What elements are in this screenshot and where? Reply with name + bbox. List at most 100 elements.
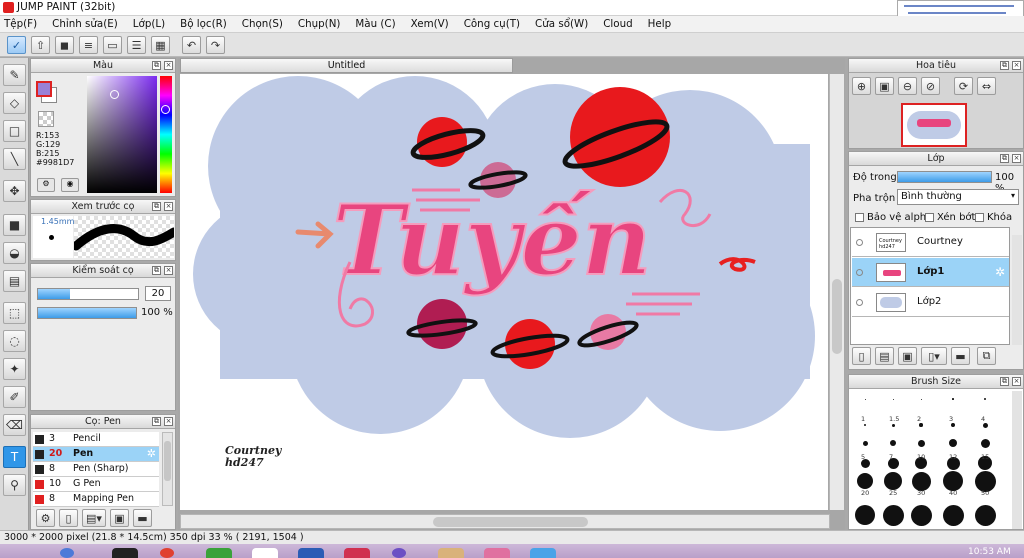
gear-icon[interactable]: ✲ <box>147 447 156 461</box>
brush-size-dot[interactable] <box>882 504 904 526</box>
app-word-icon[interactable] <box>298 548 324 558</box>
lock-checkbox[interactable]: Khóa <box>975 212 1012 223</box>
brush-size-dot[interactable] <box>863 423 867 427</box>
layer-row-lop2[interactable]: Lớp2 <box>852 288 1009 317</box>
clipping-checkbox[interactable]: Xén bớt <box>925 212 975 223</box>
gradient-tool-icon[interactable]: ▤ <box>3 270 26 292</box>
float-panel-icon[interactable]: ⧉ <box>152 417 161 426</box>
brush-item[interactable]: 3 Pencil <box>33 432 159 447</box>
marquee-tool-icon[interactable]: ⬚ <box>3 302 26 324</box>
app-red-icon[interactable] <box>344 548 370 558</box>
fit-view-icon[interactable]: ▣ <box>875 77 894 95</box>
zoom-in-icon[interactable]: ⊕ <box>852 77 871 95</box>
gear-icon[interactable]: ✲ <box>995 265 1005 279</box>
document-tab[interactable]: Untitled <box>180 58 513 73</box>
page-icon[interactable]: ▭ <box>103 36 122 54</box>
brush-size-value[interactable]: 20 <box>145 286 171 301</box>
brush-size-dot[interactable] <box>864 398 866 400</box>
close-panel-icon[interactable]: × <box>164 266 173 275</box>
brush-size-dot[interactable] <box>942 504 964 526</box>
brush-size-dot[interactable] <box>952 398 954 400</box>
line-tool-icon[interactable]: ╲ <box>3 148 26 170</box>
export-icon[interactable]: ⇧ <box>31 36 50 54</box>
notes-icon[interactable]: ≡ <box>79 36 98 54</box>
selection-eraser-icon[interactable]: ⌫ <box>3 414 26 436</box>
brush-item[interactable]: 8 Pen (Sharp) <box>33 462 159 477</box>
transparent-color-swatch[interactable] <box>38 111 54 127</box>
text-tool-icon[interactable]: T <box>3 446 26 468</box>
brush-size-slider[interactable] <box>37 288 139 300</box>
close-panel-icon[interactable]: × <box>1012 154 1021 163</box>
layer-row-lop1[interactable]: Lớp1 ✲ <box>852 258 1009 287</box>
app-paint-icon[interactable] <box>438 548 464 558</box>
rect-tool-icon[interactable]: □ <box>3 120 26 142</box>
float-panel-icon[interactable]: ⧉ <box>152 266 161 275</box>
float-panel-icon[interactable]: ⧉ <box>1000 377 1009 386</box>
brush-item[interactable]: 8 Mapping Pen <box>33 492 159 507</box>
blend-mode-select[interactable]: Bình thường ▾ <box>897 189 1019 205</box>
horizontal-scrollbar[interactable] <box>180 514 830 529</box>
protect-alpha-checkbox[interactable]: Bảo vệ alpha <box>855 212 932 223</box>
vertical-scroll-thumb[interactable] <box>832 279 842 354</box>
brush-size-dot[interactable] <box>891 423 895 427</box>
color-tool-button[interactable]: ⚙ <box>37 178 55 192</box>
layer-props-icon[interactable]: ▤ <box>875 347 894 365</box>
menu-view[interactable]: Xem(V) <box>411 18 449 30</box>
float-panel-icon[interactable]: ⧉ <box>1000 154 1009 163</box>
flip-icon[interactable]: ⇔ <box>977 77 996 95</box>
brush-size-dot[interactable] <box>980 438 990 448</box>
float-panel-icon[interactable]: ⧉ <box>1000 61 1009 70</box>
menu-filter[interactable]: Bộ lọc(R) <box>180 18 227 30</box>
layer-row-courtney[interactable]: Courtney hd247 Courtney <box>852 228 1009 257</box>
app-purple-icon[interactable] <box>392 548 406 558</box>
new-brush-icon[interactable]: ▯ <box>59 509 78 527</box>
brush-size-dot[interactable] <box>910 504 932 526</box>
menu-file[interactable]: Tệp(F) <box>4 18 37 30</box>
layer-duplicate-icon[interactable]: ▣ <box>898 347 917 365</box>
float-panel-icon[interactable]: ⧉ <box>152 202 161 211</box>
visibility-icon[interactable] <box>856 239 863 246</box>
brush-size-dot[interactable] <box>892 398 894 400</box>
eraser-tool-icon[interactable]: ◇ <box>3 92 26 114</box>
bucket-tool-icon[interactable]: ◒ <box>3 242 26 264</box>
brush-size-dot[interactable] <box>920 398 922 400</box>
brush-size-dot[interactable] <box>982 422 988 428</box>
selection-pen-icon[interactable]: ✐ <box>3 386 26 408</box>
brush-size-dot[interactable] <box>984 398 986 400</box>
brush-list-scrollbar[interactable] <box>162 432 173 506</box>
brush-settings-icon[interactable]: ⚙ <box>36 509 55 527</box>
move-tool-icon[interactable]: ✥ <box>3 180 26 202</box>
foreground-color-swatch[interactable] <box>36 81 52 97</box>
layer-opacity-slider[interactable] <box>897 171 992 183</box>
visibility-icon[interactable] <box>856 299 863 306</box>
document-canvas[interactable]: Tuyến Courtney hd247 <box>180 74 828 510</box>
brush-item[interactable]: 10 G Pen <box>33 477 159 492</box>
list-icon[interactable]: ☰ <box>127 36 146 54</box>
brush-tool-icon[interactable]: ✎ <box>3 64 26 86</box>
lasso-tool-icon[interactable]: ◌ <box>3 330 26 352</box>
brush-size-dot[interactable] <box>890 440 896 446</box>
new-layer-icon[interactable]: ▯ <box>852 347 871 365</box>
fill-rect-tool-icon[interactable]: ■ <box>3 214 26 236</box>
horizontal-scroll-thumb[interactable] <box>433 517 588 527</box>
layer-folder-icon[interactable]: ▬ <box>951 347 970 365</box>
zoom-out-icon[interactable]: ⊖ <box>898 77 917 95</box>
brush-size-dot[interactable] <box>951 423 955 427</box>
brush-opacity-slider[interactable] <box>37 307 137 319</box>
layer-list-scrollbar[interactable] <box>1012 235 1022 345</box>
brush-size-dot[interactable] <box>943 471 963 491</box>
menu-tools[interactable]: Công cụ(T) <box>464 18 520 30</box>
app-green-icon[interactable] <box>206 548 232 558</box>
app-terminal-icon[interactable] <box>112 548 138 558</box>
color-mix-button[interactable]: ◉ <box>61 178 79 192</box>
brush-size-scrollbar[interactable] <box>1012 391 1022 529</box>
visibility-icon[interactable] <box>856 269 863 276</box>
copy-brush-icon[interactable]: ▣ <box>110 509 129 527</box>
undo-icon[interactable]: ↶ <box>182 36 201 54</box>
menu-edit[interactable]: Chỉnh sửa(E) <box>52 18 118 30</box>
actual-size-icon[interactable]: ⊘ <box>921 77 940 95</box>
close-panel-icon[interactable]: × <box>164 61 173 70</box>
brush-size-dot[interactable] <box>911 471 931 491</box>
layer-merge-icon[interactable]: ⧉ <box>977 347 996 365</box>
navigator-thumbnail[interactable] <box>901 103 967 147</box>
